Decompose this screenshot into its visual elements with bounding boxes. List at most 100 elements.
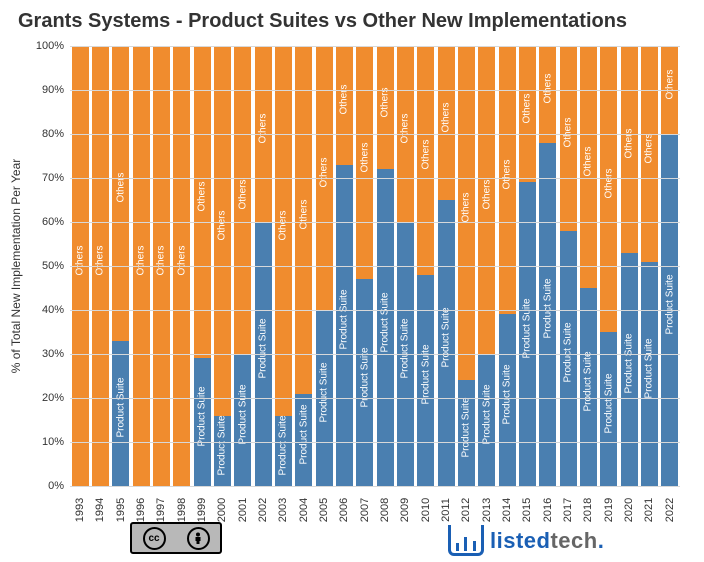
x-tick: 2006 — [338, 498, 350, 522]
bar-label-product-suite: Product Suite — [603, 373, 614, 433]
bar-label-product-suite: Product Suite — [258, 318, 269, 378]
bar-label-others: Others — [136, 245, 147, 275]
bar-label-product-suite: Product Suite — [481, 384, 492, 444]
bar-label-product-suite: Product Suite — [664, 274, 675, 334]
x-tick: 2018 — [582, 498, 594, 522]
x-tick: 2015 — [521, 498, 533, 522]
gridline — [70, 310, 680, 311]
bar-label-product-suite: Product Suite — [522, 299, 533, 359]
bar-label-others: Others — [380, 87, 391, 117]
x-tick: 2009 — [399, 498, 411, 522]
x-tick: 2017 — [562, 498, 574, 522]
bar-label-others: Others — [278, 210, 289, 240]
bar-label-others: Others — [542, 74, 553, 104]
x-tick: 1999 — [196, 498, 208, 522]
bar-label-others: Others — [522, 94, 533, 124]
footer: cc listedtech. — [0, 524, 704, 556]
gridline — [70, 222, 680, 223]
x-tick: 2008 — [379, 498, 391, 522]
x-tick: 2005 — [318, 498, 330, 522]
bar-label-others: Others — [420, 140, 431, 170]
x-tick: 2004 — [298, 498, 310, 522]
x-tick: 1994 — [94, 498, 106, 522]
bar-label-others: Others — [563, 118, 574, 148]
x-tick: 2007 — [359, 498, 371, 522]
y-axis-label: % of Total New Implementation Per Year — [9, 159, 23, 374]
bar-label-others: Others — [664, 69, 675, 99]
bar-label-product-suite: Product Suite — [217, 415, 228, 475]
bar-label-others: Others — [156, 245, 167, 275]
gridline — [70, 354, 680, 355]
x-tick: 2010 — [420, 498, 432, 522]
y-tick: 40% — [30, 304, 64, 316]
x-tick: 1997 — [155, 498, 167, 522]
cc-license-badge: cc — [130, 522, 222, 554]
y-tick: 20% — [30, 392, 64, 404]
y-tick: 70% — [30, 172, 64, 184]
bar-label-others: Others — [481, 179, 492, 209]
y-tick: 0% — [30, 480, 64, 492]
bar-label-product-suite: Product Suite — [461, 398, 472, 458]
plot-area: Others1993Others1994Product SuiteOthers1… — [70, 46, 680, 486]
gridline — [70, 266, 680, 267]
bar-label-others: Others — [359, 142, 370, 172]
y-tick: 60% — [30, 216, 64, 228]
bar-label-others: Others — [441, 102, 452, 132]
x-tick: 2001 — [237, 498, 249, 522]
x-tick: 2014 — [501, 498, 513, 522]
x-tick: 2002 — [257, 498, 269, 522]
x-tick: 2019 — [603, 498, 615, 522]
by-icon — [187, 527, 210, 550]
x-tick: 2022 — [664, 498, 676, 522]
bar-label-others: Others — [258, 113, 269, 143]
bar-label-product-suite: Product Suite — [115, 378, 126, 438]
bar-label-others: Others — [95, 245, 106, 275]
gridline — [70, 398, 680, 399]
bar-label-product-suite: Product Suite — [542, 279, 553, 339]
bar-label-product-suite: Product Suite — [441, 307, 452, 367]
bar-label-others: Others — [75, 245, 86, 275]
bar-label-product-suite: Product Suite — [563, 323, 574, 383]
x-tick: 2020 — [623, 498, 635, 522]
bar-label-others: Others — [197, 182, 208, 212]
y-tick: 80% — [30, 128, 64, 140]
bar-label-others: Others — [298, 199, 309, 229]
y-tick: 90% — [30, 84, 64, 96]
x-tick: 2003 — [277, 498, 289, 522]
bar-label-others: Others — [644, 133, 655, 163]
bar-label-others: Others — [237, 179, 248, 209]
bar-label-others: Others — [603, 168, 614, 198]
x-tick: 1998 — [176, 498, 188, 522]
x-tick: 1993 — [74, 498, 86, 522]
bar-label-product-suite: Product Suite — [237, 384, 248, 444]
bar-label-product-suite: Product Suite — [278, 415, 289, 475]
x-tick: 1996 — [135, 498, 147, 522]
bar-label-product-suite: Product Suite — [319, 362, 330, 422]
bar-label-product-suite: Product Suite — [380, 292, 391, 352]
x-tick: 2012 — [460, 498, 472, 522]
chart-title: Grants Systems - Product Suites vs Other… — [18, 10, 627, 33]
y-tick: 30% — [30, 348, 64, 360]
bar-label-others: Others — [583, 146, 594, 176]
bar-label-product-suite: Product Suite — [197, 387, 208, 447]
gridline — [70, 486, 680, 487]
x-tick: 2000 — [216, 498, 228, 522]
bar-label-others: Others — [400, 113, 411, 143]
bar-label-product-suite: Product Suite — [339, 290, 350, 350]
y-tick: 50% — [30, 260, 64, 272]
x-tick: 1995 — [115, 498, 127, 522]
bar-label-product-suite: Product Suite — [583, 351, 594, 411]
bar-label-product-suite: Product Suite — [298, 404, 309, 464]
brand-text: listedtech. — [490, 528, 604, 554]
x-tick: 2013 — [481, 498, 493, 522]
x-tick: 2016 — [542, 498, 554, 522]
x-tick: 2021 — [643, 498, 655, 522]
bar-label-others: Others — [502, 160, 513, 190]
bar-label-product-suite: Product Suite — [644, 338, 655, 398]
gridline — [70, 46, 680, 47]
bar-label-others: Others — [176, 245, 187, 275]
x-tick: 2011 — [440, 498, 452, 522]
bar-label-product-suite: Product Suite — [502, 365, 513, 425]
gridline — [70, 442, 680, 443]
brand-icon — [448, 525, 484, 556]
